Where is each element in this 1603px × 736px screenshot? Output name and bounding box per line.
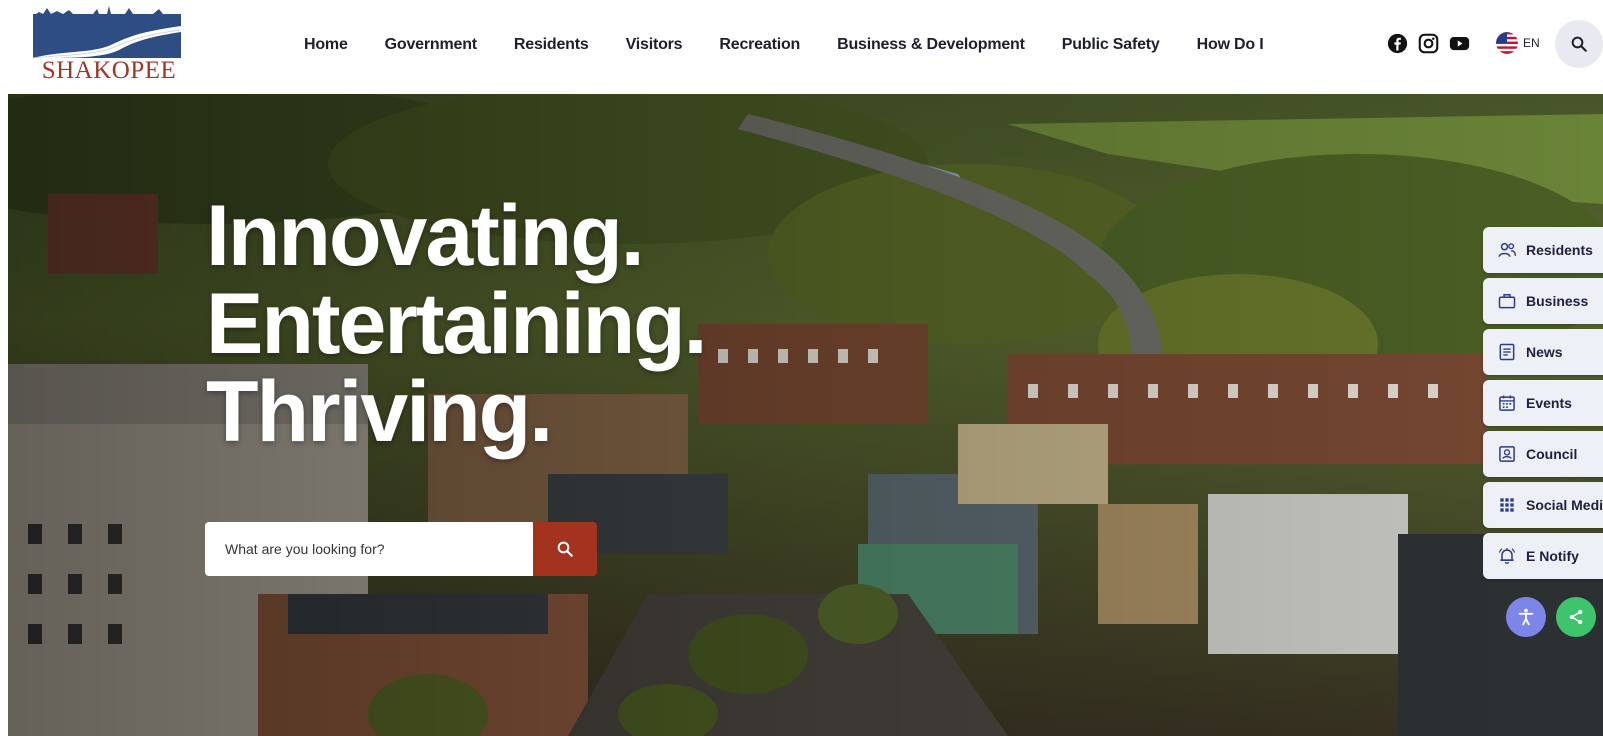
hero-search-button[interactable]: [533, 522, 597, 576]
quick-link-label: Council: [1526, 446, 1578, 462]
bell-icon: [1498, 548, 1516, 564]
skyline-graphic: [33, 6, 181, 58]
quick-link-label: E Notify: [1526, 548, 1579, 564]
council-icon: [1499, 446, 1515, 462]
facebook-icon[interactable]: [1387, 33, 1408, 54]
quick-link-label: Events: [1526, 395, 1572, 411]
accessibility-icon: [1518, 608, 1534, 626]
document-icon: [1499, 343, 1515, 361]
nav-residents[interactable]: Residents: [514, 36, 589, 54]
logo-wordmark: SHAKOPEE: [41, 57, 177, 84]
quick-link-label: News: [1526, 344, 1563, 360]
hero-search-input[interactable]: [205, 522, 533, 576]
hero-banner: Innovating. Entertaining. Thriving.: [8, 94, 1603, 736]
nav-government[interactable]: Government: [385, 36, 477, 54]
people-icon: [1498, 242, 1516, 257]
header-search-button[interactable]: [1555, 20, 1603, 68]
social-links: [1387, 33, 1480, 54]
language-code: EN: [1523, 36, 1540, 50]
quick-link-label: Business: [1526, 293, 1589, 309]
quick-link-label: Residents: [1526, 242, 1593, 258]
nav-how-do-i[interactable]: How Do I: [1197, 36, 1264, 54]
site-header: SHAKOPEE Home Government Residents Visit…: [0, 0, 1603, 94]
quick-link-council[interactable]: Council: [1483, 431, 1603, 477]
nav-home[interactable]: Home: [304, 36, 348, 54]
headline-line-2: Entertaining.: [206, 276, 708, 372]
nav-business-development[interactable]: Business & Development: [837, 36, 1025, 54]
accessibility-button[interactable]: [1506, 597, 1546, 637]
quick-link-news[interactable]: News: [1483, 329, 1603, 375]
search-icon: [557, 541, 573, 557]
site-logo[interactable]: SHAKOPEE: [33, 6, 183, 84]
hero-headline: Innovating. Entertaining. Thriving.: [206, 188, 708, 460]
share-button[interactable]: [1556, 597, 1596, 637]
headline-line-1: Innovating.: [206, 188, 645, 284]
calendar-icon: [1499, 395, 1515, 411]
language-selector[interactable]: EN: [1496, 32, 1540, 54]
briefcase-icon: [1498, 294, 1516, 309]
youtube-icon[interactable]: [1449, 33, 1470, 54]
quick-link-residents[interactable]: Residents: [1483, 227, 1603, 273]
grid-icon: [1500, 498, 1514, 512]
us-flag-icon: [1496, 32, 1518, 54]
nav-recreation[interactable]: Recreation: [719, 36, 800, 54]
main-navigation: Home Government Residents Visitors Recre…: [304, 0, 1264, 90]
quick-link-social-media[interactable]: Social Media: [1483, 482, 1603, 528]
instagram-icon[interactable]: [1418, 33, 1439, 54]
nav-visitors[interactable]: Visitors: [626, 36, 683, 54]
quick-link-business[interactable]: Business: [1483, 278, 1603, 324]
quick-link-label: Social Media: [1526, 497, 1603, 513]
quick-link-e-notify[interactable]: E Notify: [1483, 533, 1603, 579]
quick-link-events[interactable]: Events: [1483, 380, 1603, 426]
hero-search: [205, 522, 597, 576]
share-icon: [1569, 609, 1583, 625]
nav-public-safety[interactable]: Public Safety: [1062, 36, 1160, 54]
headline-line-3: Thriving.: [206, 364, 553, 460]
search-icon: [1571, 36, 1587, 52]
